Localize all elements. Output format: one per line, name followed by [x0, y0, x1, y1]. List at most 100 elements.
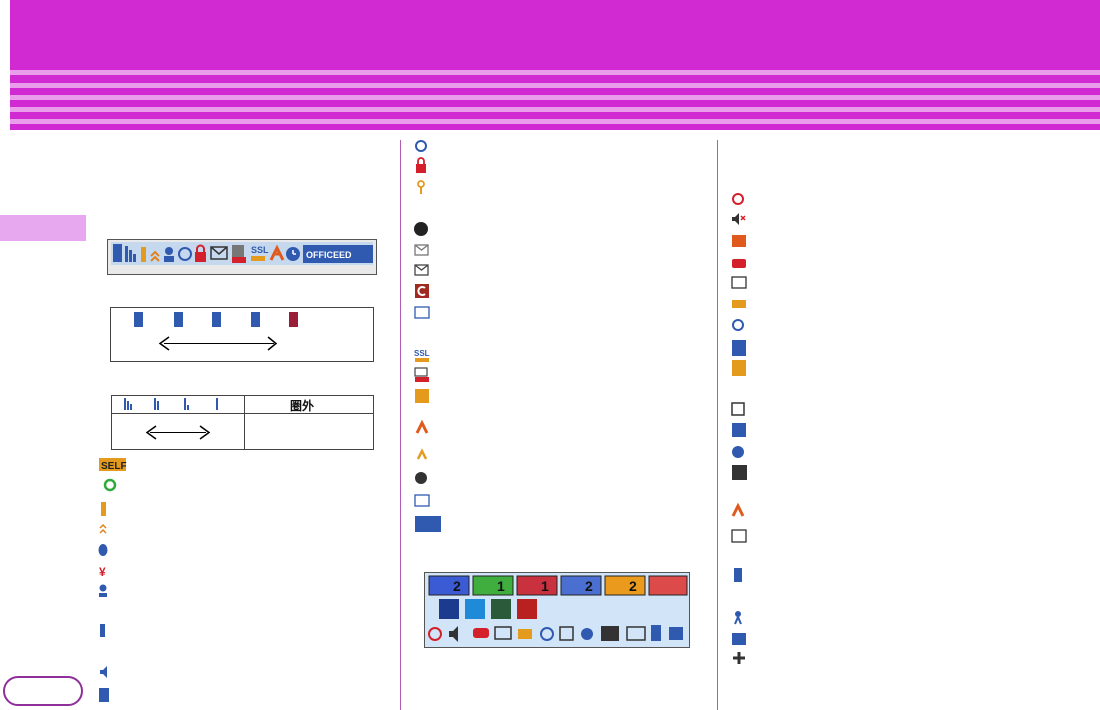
badge-count: 2: [629, 578, 637, 594]
signal-1-icon: [184, 398, 186, 410]
badge-count: 1: [497, 578, 505, 594]
fax-badge: [516, 575, 558, 596]
officeed-icon: [415, 516, 441, 532]
key-lock-icon: [518, 629, 532, 639]
satellite-icon: [415, 140, 427, 152]
record-dot-icon: [414, 222, 428, 236]
battery-2-icon: [212, 312, 221, 327]
battery-1-icon: [251, 312, 260, 327]
usb-icon: [734, 568, 742, 582]
message-badge: [472, 575, 514, 596]
column-divider-2: [717, 140, 718, 710]
person-icon: [165, 247, 173, 255]
keyboard-icon-2: [414, 494, 430, 507]
signal-arrow-heads: [145, 425, 211, 440]
column-divider-1: [400, 140, 401, 710]
out-of-range-label: 圏外: [290, 399, 315, 413]
phone-forward-icon: [669, 627, 683, 640]
toruca-send-icon: [416, 448, 428, 460]
battery-3-icon: [174, 312, 183, 327]
mute-icon: [732, 213, 739, 225]
badge-row: [428, 575, 688, 596]
battery-level-table: [110, 307, 374, 362]
toruca-badge: [648, 575, 688, 596]
face-key-icon: [732, 340, 746, 356]
chapter-tab[interactable]: [0, 215, 86, 241]
key-icon: [417, 180, 425, 188]
screen-rec-icon: [601, 626, 619, 641]
ic-key-icon: [732, 423, 746, 437]
heart-icon: [732, 193, 744, 205]
radio-icon: [731, 276, 747, 289]
walker-icon: [735, 611, 741, 617]
keyboard-icon: [414, 306, 430, 319]
copy-app-icon: [491, 599, 511, 619]
status-screen-sample: 2 1 1 2 2: [424, 572, 690, 648]
clock-icon: [415, 472, 427, 484]
satellite-off-icon: [732, 319, 744, 331]
antenna-icon: [125, 246, 128, 262]
phone-badge: [428, 575, 470, 596]
badge-count: 2: [585, 578, 593, 594]
ssl-icon: SSL: [414, 349, 430, 358]
person-connect-icon: [99, 584, 107, 592]
yen-icon: ¥: [99, 565, 106, 579]
satellite-icon: [178, 247, 192, 261]
up-arrows-icon: [150, 250, 160, 262]
battery-icon: [113, 244, 122, 262]
cross-icon: [733, 652, 745, 664]
note-app-icon: [465, 599, 485, 619]
satellite-icon: [540, 627, 554, 641]
toruca-icon: [415, 419, 429, 434]
screen-rec-icon: [732, 465, 747, 480]
sd-card-icon: [731, 529, 747, 543]
car-icon: [473, 628, 489, 638]
bluetooth-icon: [98, 544, 108, 556]
toruca-icon: [269, 244, 285, 261]
navi-icon: [732, 446, 744, 458]
svg-text:SSL: SSL: [251, 245, 269, 255]
page-header-banner: [10, 0, 1100, 130]
card-icon: [559, 626, 574, 641]
battery-empty-icon: [289, 312, 298, 327]
memory-icon: [99, 688, 109, 702]
sd-card-icon: [626, 626, 646, 641]
car-icon: [732, 259, 746, 268]
signal-2-icon: [154, 398, 156, 410]
status-row: [428, 625, 683, 642]
phone-forward-icon: [732, 633, 746, 645]
lock-icon: [416, 164, 426, 173]
walker-app-icon: [439, 599, 459, 619]
right-icon-list: [731, 193, 747, 664]
signal-level-table: 圏外: [111, 395, 374, 450]
svg-text:OFFICEED: OFFICEED: [306, 250, 352, 260]
key-lock-icon: [732, 300, 746, 308]
card-icon: [731, 402, 745, 416]
heart-icon: [428, 627, 442, 641]
left-icon-list: SELF ¥: [98, 458, 127, 702]
navi-icon: [581, 628, 593, 640]
up-arrows-icon: [99, 523, 107, 534]
badge-count: 2: [453, 578, 461, 594]
usb-icon: [651, 625, 661, 641]
phone-signal-icon: [100, 624, 105, 637]
svg-text:SELF: SELF: [101, 461, 127, 472]
battery-full-icon: [134, 312, 143, 327]
battery-arrow-heads: [158, 336, 278, 351]
vibrate-icon: [732, 235, 746, 247]
mail-badge: [560, 575, 602, 596]
lock-icon: [195, 252, 206, 262]
status-bar-sample: SSL OFFICEED: [107, 239, 377, 275]
pen-badge: [604, 575, 646, 596]
grid-icon: [232, 245, 244, 257]
speaker-icon: [100, 666, 107, 678]
i-appli-icon: [101, 502, 106, 516]
signal-full-icon: [124, 398, 126, 410]
middle-icon-list: SSL: [414, 140, 441, 532]
page-number-oval: [3, 676, 83, 706]
signal-0-icon: [216, 398, 218, 410]
auto-mail-icon: [414, 367, 428, 377]
app-row: [439, 599, 537, 619]
sync-icon: [103, 478, 117, 492]
badge-count: 1: [541, 578, 549, 594]
